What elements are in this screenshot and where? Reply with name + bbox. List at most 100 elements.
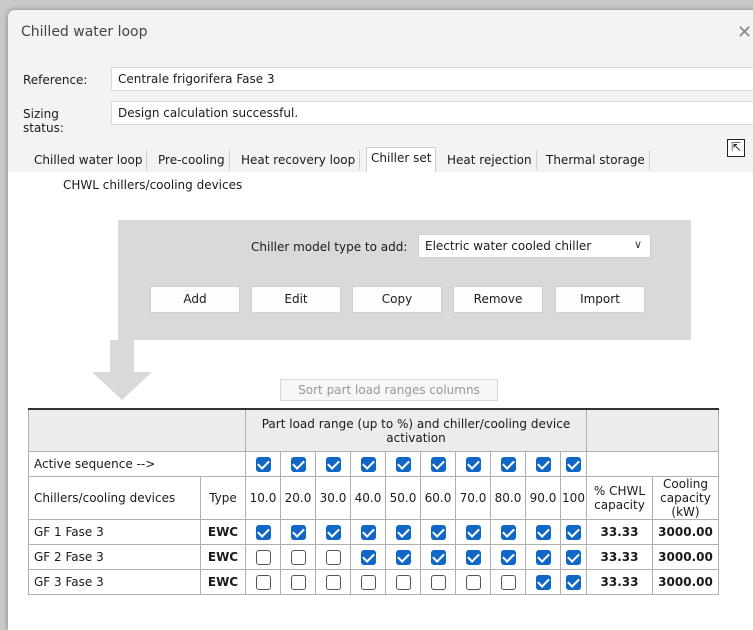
chiller-type-select[interactable]: Electric water cooled chiller ∨ — [418, 234, 651, 258]
range-column-header: 50.0 — [385, 476, 421, 520]
activation-checkbox[interactable] — [566, 574, 581, 590]
activation-checkbox[interactable] — [500, 549, 516, 565]
arrow-down-icon — [110, 340, 134, 372]
device-name[interactable]: GF 2 Fase 3 — [28, 544, 201, 570]
active-sequence-checkbox[interactable] — [395, 456, 411, 472]
reference-input[interactable]: Centrale frigorifera Fase 3 — [111, 67, 753, 91]
activation-checkbox[interactable] — [255, 524, 271, 540]
copy-button[interactable]: Copy — [352, 286, 442, 313]
activation-checkbox[interactable] — [325, 549, 341, 565]
activation-checkbox[interactable] — [290, 574, 306, 590]
active-sequence-checkbox[interactable] — [325, 456, 341, 472]
range-column-header: 70.0 — [455, 476, 491, 520]
chiller-table: Part load range (up to %) and chiller/co… — [28, 408, 719, 595]
activation-checkbox[interactable] — [465, 524, 481, 540]
tab-pre-cooling[interactable]: Pre-cooling — [154, 150, 230, 170]
activation-cell — [560, 544, 587, 570]
table-row: GF 3 Fase 3 EWC 33.33 3000.00 — [28, 569, 719, 595]
sort-ranges-button[interactable]: Sort part load ranges columns — [280, 379, 498, 401]
active-sequence-cell — [560, 451, 587, 477]
active-sequence-checkbox[interactable] — [255, 456, 271, 472]
active-sequence-cell — [350, 451, 386, 477]
active-sequence-cell — [525, 451, 561, 477]
expand-icon[interactable]: ⇱ — [727, 139, 745, 157]
activation-cell — [490, 519, 526, 545]
activation-checkbox[interactable] — [360, 524, 376, 540]
active-sequence-checkbox[interactable] — [465, 456, 481, 472]
active-sequence-cell — [455, 451, 491, 477]
tab-heat-rejection[interactable]: Heat rejection — [443, 150, 537, 170]
tab-bar: Chilled water loop Pre-cooling Heat reco… — [30, 147, 690, 173]
range-column-header: 60.0 — [420, 476, 456, 520]
close-icon[interactable]: ✕ — [737, 22, 752, 43]
dialog-window: Chilled water loop ✕ Reference: Centrale… — [8, 10, 753, 630]
activation-checkbox[interactable] — [255, 574, 271, 590]
active-sequence-checkbox[interactable] — [360, 456, 376, 472]
activation-checkbox[interactable] — [395, 549, 411, 565]
activation-checkbox[interactable] — [535, 549, 551, 565]
activation-checkbox[interactable] — [500, 524, 516, 540]
tab-thermal-storage[interactable]: Thermal storage — [542, 150, 650, 170]
chiller-type-label: Chiller model type to add: — [251, 240, 408, 254]
remove-button[interactable]: Remove — [453, 286, 543, 313]
activation-cell — [280, 569, 316, 595]
activation-cell — [280, 544, 316, 570]
activation-checkbox[interactable] — [360, 574, 376, 590]
activation-checkbox[interactable] — [395, 574, 411, 590]
import-button[interactable]: Import — [555, 286, 645, 313]
activation-checkbox[interactable] — [360, 549, 376, 565]
range-column-header: 30.0 — [315, 476, 351, 520]
activation-checkbox[interactable] — [430, 524, 446, 540]
part-load-header: Part load range (up to %) and chiller/co… — [245, 408, 587, 452]
header-blank-right — [586, 408, 719, 452]
tab-content: CHWL chillers/cooling devices Chiller mo… — [8, 172, 753, 630]
activation-checkbox[interactable] — [255, 549, 271, 565]
sizing-status-label: Sizing status: — [23, 107, 64, 135]
activation-cell — [455, 544, 491, 570]
activation-checkbox[interactable] — [430, 574, 446, 590]
pct-column-header: % CHWL capacity — [586, 476, 653, 520]
activation-checkbox[interactable] — [325, 524, 341, 540]
activation-cell — [525, 519, 561, 545]
edit-button[interactable]: Edit — [251, 286, 341, 313]
type-column-header: Type — [200, 476, 246, 520]
add-chiller-panel: Chiller model type to add: Electric wate… — [118, 220, 691, 340]
tab-heat-recovery-loop[interactable]: Heat recovery loop — [237, 150, 361, 170]
activation-checkbox[interactable] — [566, 524, 581, 540]
activation-checkbox[interactable] — [535, 524, 551, 540]
pct-capacity-value: 33.33 — [586, 569, 653, 595]
tab-chiller-set[interactable]: Chiller set — [366, 147, 437, 173]
activation-cell — [350, 544, 386, 570]
active-sequence-checkbox[interactable] — [430, 456, 446, 472]
activation-checkbox[interactable] — [290, 524, 306, 540]
arrow-head — [92, 372, 152, 400]
activation-checkbox[interactable] — [500, 574, 516, 590]
range-column-header: 20.0 — [280, 476, 316, 520]
device-name[interactable]: GF 3 Fase 3 — [28, 569, 201, 595]
active-sequence-cell — [385, 451, 421, 477]
activation-cell — [385, 544, 421, 570]
activation-checkbox[interactable] — [395, 524, 411, 540]
activation-checkbox[interactable] — [566, 549, 581, 565]
activation-cell — [245, 519, 281, 545]
activation-cell — [560, 519, 587, 545]
tab-chilled-water-loop[interactable]: Chilled water loop — [30, 150, 148, 170]
device-name[interactable]: GF 1 Fase 3 — [28, 519, 201, 545]
active-sequence-checkbox[interactable] — [500, 456, 516, 472]
activation-cell — [280, 519, 316, 545]
activation-checkbox[interactable] — [325, 574, 341, 590]
activation-cell — [525, 544, 561, 570]
active-sequence-checkbox[interactable] — [290, 456, 306, 472]
activation-checkbox[interactable] — [290, 549, 306, 565]
add-button[interactable]: Add — [150, 286, 240, 313]
active-sequence-checkbox[interactable] — [535, 456, 551, 472]
active-sequence-checkbox[interactable] — [566, 456, 581, 472]
section-title: CHWL chillers/cooling devices — [63, 178, 243, 192]
activation-checkbox[interactable] — [535, 574, 551, 590]
range-column-header: 10.0 — [245, 476, 281, 520]
activation-checkbox[interactable] — [465, 549, 481, 565]
capacity-column-header: Cooling capacity (kW) — [652, 476, 719, 520]
activation-checkbox[interactable] — [430, 549, 446, 565]
range-column-header: 100 — [560, 476, 587, 520]
activation-checkbox[interactable] — [465, 574, 481, 590]
